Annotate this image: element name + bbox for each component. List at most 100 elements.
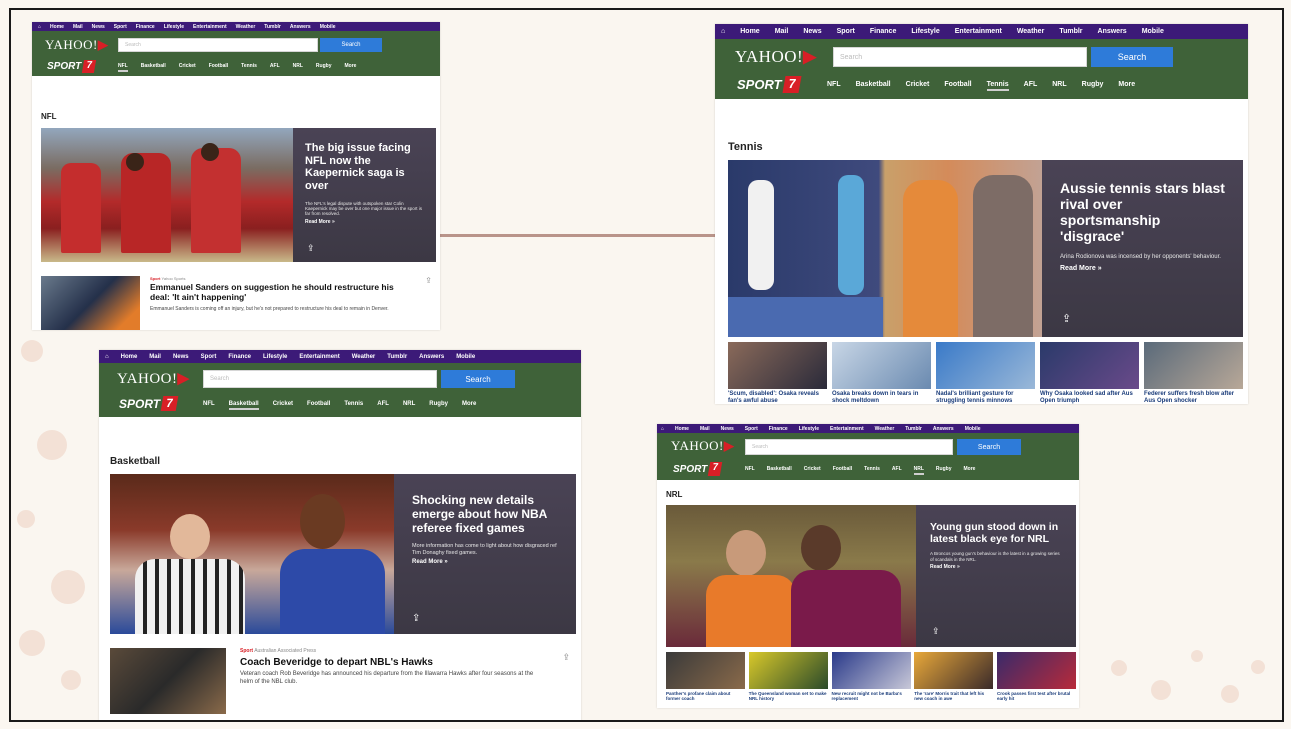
thumbnail-title[interactable]: Osaka breaks down in tears in shock melt… — [832, 391, 931, 404]
thumbnail-title[interactable]: 'Scum, disabled': Osaka reveals fan's aw… — [728, 391, 827, 404]
nav-news[interactable]: News — [721, 426, 734, 432]
nav-tumblr[interactable]: Tumblr — [387, 354, 407, 360]
nav-finance[interactable]: Finance — [769, 426, 788, 432]
thumbnail-title[interactable]: New recruit might not be Barba's replace… — [832, 691, 911, 701]
tab-tennis[interactable]: Tennis — [344, 401, 363, 407]
tab-afl[interactable]: AFL — [1024, 81, 1038, 88]
yahoo-logo[interactable]: YAHOO!▶ — [117, 369, 190, 388]
tab-nfl[interactable]: NFL — [827, 81, 841, 88]
tab-cricket[interactable]: Cricket — [804, 466, 821, 472]
nav-answers[interactable]: Answers — [933, 426, 954, 432]
tab-afl[interactable]: AFL — [270, 63, 280, 69]
story-title[interactable]: Coach Beveridge to depart NBL's Hawks — [240, 657, 546, 668]
nav-lifestyle[interactable]: Lifestyle — [799, 426, 819, 432]
home-icon[interactable]: ⌂ — [38, 24, 41, 30]
yahoo-logo[interactable]: YAHOO!▶ — [735, 47, 817, 67]
nav-sport[interactable]: Sport — [837, 28, 855, 35]
tab-afl[interactable]: AFL — [892, 466, 902, 472]
tab-rugby[interactable]: Rugby — [429, 401, 448, 407]
nav-home[interactable]: Home — [121, 354, 138, 360]
nav-mobile[interactable]: Mobile — [965, 426, 981, 432]
tab-football[interactable]: Football — [944, 81, 971, 88]
tab-nrl[interactable]: NRL — [913, 466, 925, 475]
tab-rugby[interactable]: Rugby — [316, 63, 332, 69]
share-icon[interactable]: ⇪ — [412, 613, 420, 624]
nav-news[interactable]: News — [173, 354, 189, 360]
nav-entertainment[interactable]: Entertainment — [955, 28, 1002, 35]
tab-football[interactable]: Football — [209, 63, 228, 69]
share-icon[interactable]: ⇪ — [425, 276, 432, 285]
yahoo-logo[interactable]: YAHOO!▶ — [671, 438, 734, 454]
search-input[interactable]: Search — [745, 439, 953, 455]
tab-tennis[interactable]: Tennis — [864, 466, 880, 472]
story-item[interactable]: Sport Australian Associated Press Coach … — [110, 648, 576, 714]
nav-tumblr[interactable]: Tumblr — [1059, 28, 1082, 35]
nav-weather[interactable]: Weather — [1017, 28, 1045, 35]
nav-mail[interactable]: Mail — [73, 24, 83, 30]
nav-tumblr[interactable]: Tumblr — [905, 426, 922, 432]
search-input[interactable]: Search — [203, 370, 437, 388]
tab-nfl[interactable]: NFL — [745, 466, 755, 472]
read-more-link[interactable]: Read More » — [1060, 265, 1225, 272]
thumbnail-story[interactable]: 'Scum, disabled': Osaka reveals fan's aw… — [728, 342, 827, 404]
read-more-link[interactable]: Read More » — [930, 564, 1062, 570]
nav-mail[interactable]: Mail — [775, 28, 789, 35]
story-title[interactable]: Emmanuel Sanders on suggestion he should… — [150, 282, 410, 303]
hero-story[interactable]: Aussie tennis stars blast rival over spo… — [728, 160, 1243, 337]
nav-answers[interactable]: Answers — [1098, 28, 1127, 35]
thumbnail-title[interactable]: Crook passes first test after brutal ear… — [997, 691, 1076, 701]
nav-mail[interactable]: Mail — [700, 426, 710, 432]
nav-mobile[interactable]: Mobile — [456, 354, 475, 360]
nav-lifestyle[interactable]: Lifestyle — [911, 28, 939, 35]
nav-entertainment[interactable]: Entertainment — [299, 354, 339, 360]
nav-entertainment[interactable]: Entertainment — [830, 426, 864, 432]
thumbnail-story[interactable]: The Queensland woman set to make NRL his… — [748, 652, 828, 701]
nav-lifestyle[interactable]: Lifestyle — [164, 24, 184, 30]
thumbnail-story[interactable]: The 'rare' Morris trait that left his ne… — [914, 652, 994, 701]
sport7-logo[interactable]: SPORT 7 — [47, 60, 97, 73]
tab-nrl[interactable]: NRL — [403, 401, 415, 407]
home-icon[interactable]: ⌂ — [721, 28, 725, 35]
hero-title[interactable]: Aussie tennis stars blast rival over spo… — [1060, 180, 1225, 244]
nav-home[interactable]: Home — [50, 24, 64, 30]
search-button[interactable]: Search — [957, 439, 1021, 455]
tab-cricket[interactable]: Cricket — [273, 401, 293, 407]
share-icon[interactable]: ⇪ — [1062, 312, 1071, 325]
search-button[interactable]: Search — [441, 370, 515, 388]
tab-nfl[interactable]: NFL — [203, 401, 215, 407]
thumbnail-story[interactable]: New recruit might not be Barba's replace… — [831, 652, 911, 701]
nav-home[interactable]: Home — [675, 426, 689, 432]
nav-news[interactable]: News — [803, 28, 821, 35]
hero-story[interactable]: The big issue facing NFL now the Kaepern… — [41, 128, 436, 262]
read-more-link[interactable]: Read More » — [305, 219, 424, 225]
tab-nfl[interactable]: NFL — [118, 63, 128, 72]
tab-tennis[interactable]: Tennis — [986, 81, 1009, 91]
thumbnail-story[interactable]: Nadal's brilliant gesture for struggling… — [936, 342, 1035, 404]
nav-entertainment[interactable]: Entertainment — [193, 24, 227, 30]
thumbnail-title[interactable]: Federer suffers fresh blow after Aus Ope… — [1144, 391, 1243, 404]
search-button[interactable]: Search — [1091, 47, 1173, 67]
nav-news[interactable]: News — [92, 24, 105, 30]
nav-sport[interactable]: Sport — [201, 354, 217, 360]
nav-finance[interactable]: Finance — [136, 24, 155, 30]
thumbnail-title[interactable]: Nadal's brilliant gesture for struggling… — [936, 391, 1035, 404]
tab-football[interactable]: Football — [833, 466, 852, 472]
tab-more[interactable]: More — [344, 63, 356, 69]
share-icon[interactable]: ⇪ — [932, 626, 940, 637]
share-icon[interactable]: ⇪ — [562, 652, 570, 663]
tab-cricket[interactable]: Cricket — [179, 63, 196, 69]
nav-mobile[interactable]: Mobile — [320, 24, 336, 30]
nav-weather[interactable]: Weather — [875, 426, 895, 432]
tab-more[interactable]: More — [1118, 81, 1135, 88]
nav-sport[interactable]: Sport — [114, 24, 127, 30]
tab-rugby[interactable]: Rugby — [936, 466, 952, 472]
tab-basketball[interactable]: Basketball — [767, 466, 792, 472]
hero-story[interactable]: Shocking new details emerge about how NB… — [110, 474, 576, 634]
tab-basketball[interactable]: Basketball — [228, 401, 259, 410]
tab-football[interactable]: Football — [307, 401, 330, 407]
thumbnail-title[interactable]: Why Osaka looked sad after Aus Open triu… — [1040, 391, 1139, 404]
tab-tennis[interactable]: Tennis — [241, 63, 257, 69]
search-button[interactable]: Search — [320, 38, 382, 52]
nav-home[interactable]: Home — [740, 28, 759, 35]
nav-mobile[interactable]: Mobile — [1142, 28, 1164, 35]
